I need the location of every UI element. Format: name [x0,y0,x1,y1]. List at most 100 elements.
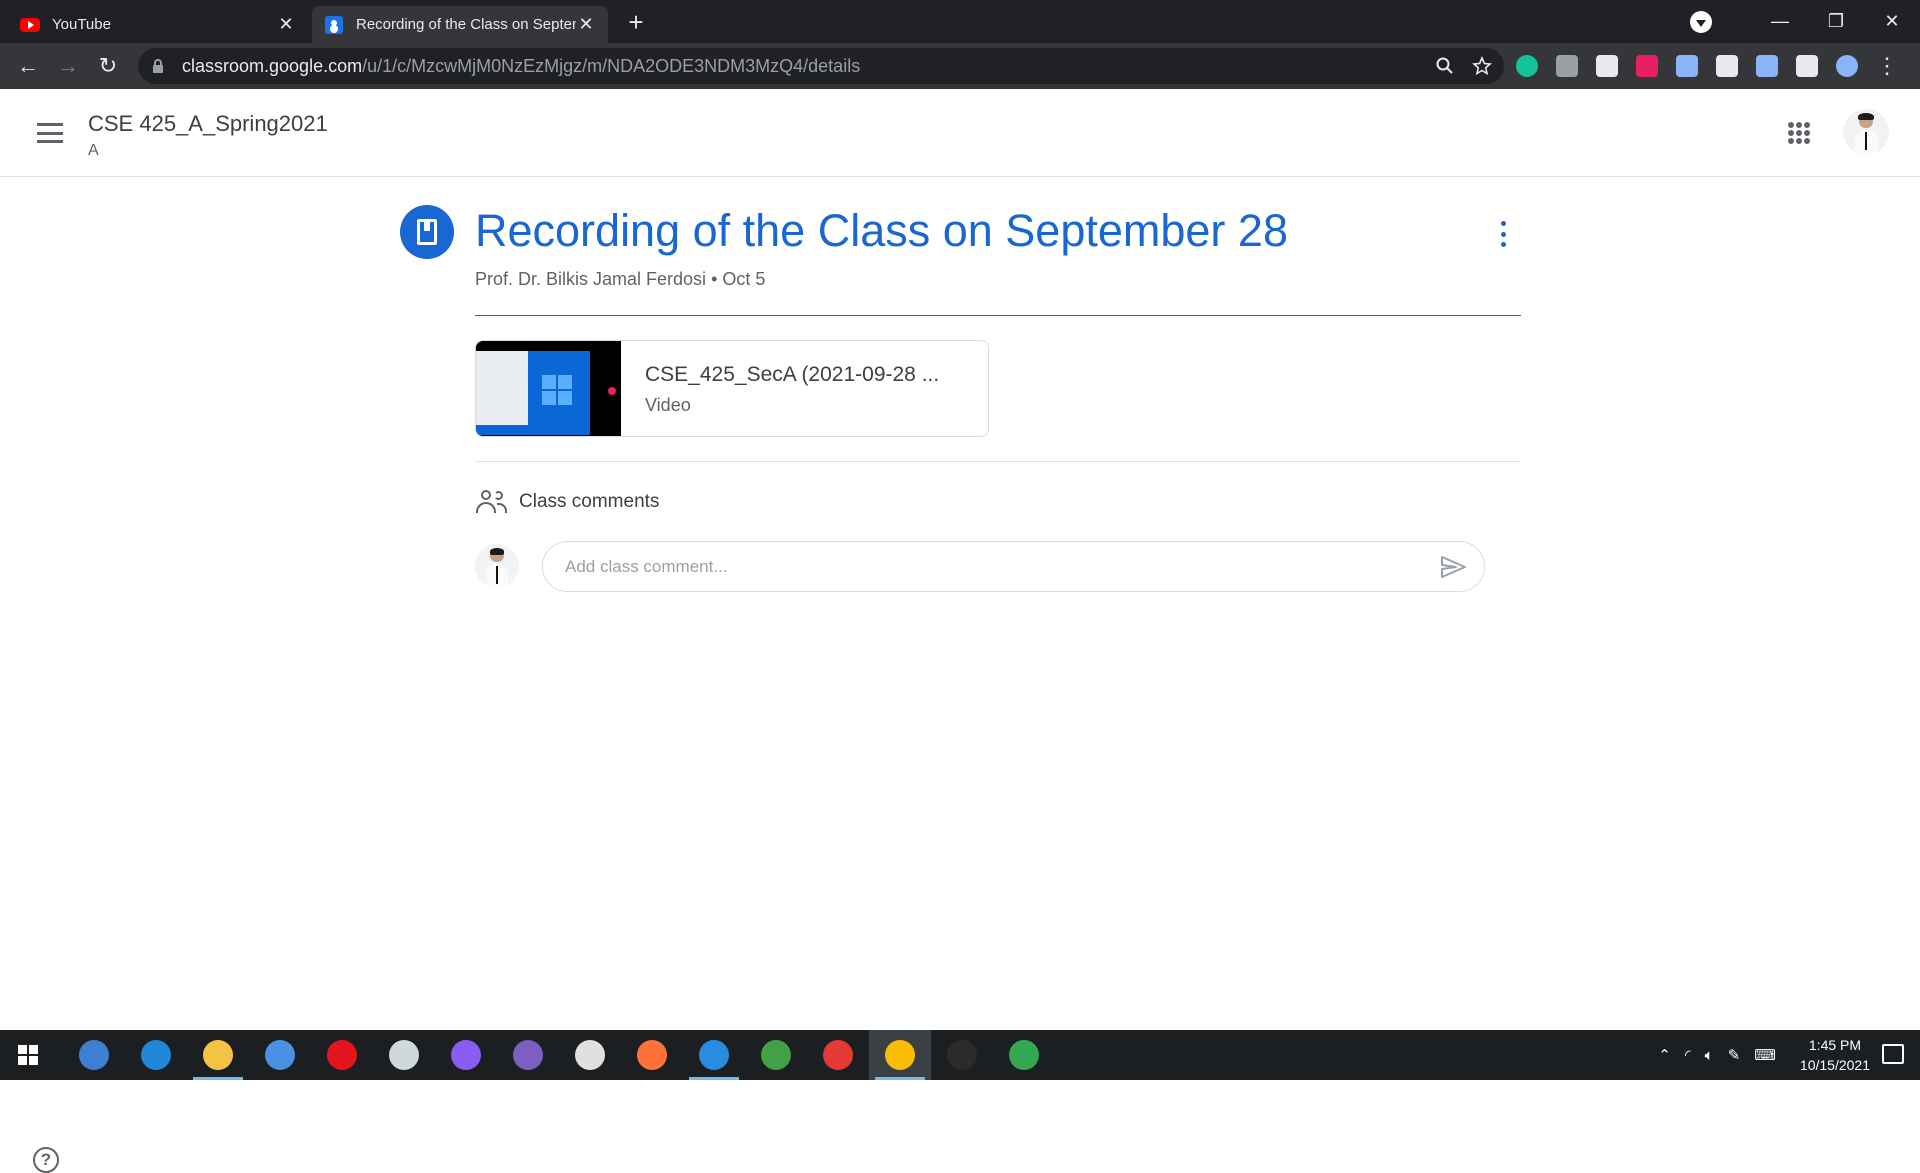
clock[interactable]: 1:45 PM 10/15/2021 [1800,1035,1870,1075]
avatar [475,544,519,588]
taskbar-app[interactable] [435,1030,497,1080]
close-tab-icon[interactable]: ✕ [576,14,596,35]
taskbar-app[interactable] [125,1030,187,1080]
page-title: Recording of the Class on September 28 [475,205,1288,256]
class-comments-header: Class comments [475,489,659,515]
taskbar-app[interactable] [373,1030,435,1080]
menu-icon[interactable] [37,123,63,143]
qbittorrent-icon [79,1040,109,1070]
system-tray: ⌃ ◜ 🔈︎ ✎ ⌨ 1:45 PM 10/15/2021 [1658,1030,1870,1080]
lock-icon[interactable] [152,59,164,73]
course-name[interactable]: CSE 425_A_Spring2021 [88,111,328,137]
browser-toolbar: ← → ↻ classroom.google.com/u/1/c/MzcwMjM… [0,43,1920,89]
clock-time: 1:45 PM [1808,1037,1862,1053]
send-icon[interactable] [1438,552,1468,582]
taskbar-app[interactable] [249,1030,311,1080]
network-icon[interactable]: ◜ [1685,1046,1691,1064]
satellite-app-icon [389,1040,419,1070]
extension-icon[interactable] [1716,55,1738,77]
chrome-profile-icon [885,1040,915,1070]
windows-start-icon[interactable] [18,1045,38,1065]
taskbar-app[interactable] [621,1030,683,1080]
taskbar-app[interactable] [497,1030,559,1080]
new-tab-button[interactable]: + [622,8,650,36]
taskbar-app[interactable] [63,1030,125,1080]
address-bar[interactable]: classroom.google.com/u/1/c/MzcwMjM0NzEzM… [138,48,1504,84]
tab-classroom[interactable]: Recording of the Class on Septem ✕ [312,6,608,43]
messenger-icon [451,1040,481,1070]
taskbar-app[interactable] [869,1030,931,1080]
post-meta: Prof. Dr. Bilkis Jamal Ferdosi • Oct 5 [475,269,765,290]
google-classroom-icon [324,15,344,35]
play-extension-icon[interactable] [1636,55,1658,77]
opera-icon [327,1040,357,1070]
close-window-button[interactable]: ✕ [1864,0,1920,43]
account-avatar[interactable] [1843,109,1889,155]
clock-date: 10/15/2021 [1799,1057,1870,1073]
taskbar-app[interactable] [683,1030,745,1080]
material-details: Recording of the Class on September 28 P… [0,177,1920,1173]
edge-icon [141,1040,171,1070]
help-icon[interactable]: ? [33,1147,59,1173]
minimize-button[interactable]: — [1752,0,1808,43]
extension-icon[interactable] [1596,55,1618,77]
video-thumbnail[interactable] [476,341,621,436]
taskbar-app[interactable] [993,1030,1055,1080]
chrome-menu-icon[interactable]: ⋮ [1876,46,1898,86]
class-comments-label: Class comments [519,491,660,512]
notification-icon[interactable] [1882,1044,1904,1064]
chevron-up-icon[interactable]: ⌃ [1658,1046,1671,1064]
more-options-icon[interactable] [1496,221,1510,247]
url-text[interactable]: classroom.google.com/u/1/c/MzcwMjM0NzEzM… [182,56,860,77]
tab-title: Recording of the Class on Septem [356,16,576,33]
taskbar-app[interactable] [745,1030,807,1080]
paint-icon [575,1040,605,1070]
attachment-type: Video [645,395,691,415]
chrome-icon [823,1040,853,1070]
video-attachment-card[interactable]: CSE_425_SecA (2021-09-28 ... Video [475,340,989,437]
post-author: Prof. Dr. Bilkis Jamal Ferdosi [475,269,707,289]
taskbar-app[interactable] [311,1030,373,1080]
vscode-icon [699,1040,729,1070]
terminal-icon [947,1040,977,1070]
pen-extension-icon[interactable] [1756,55,1778,77]
people-icon [475,490,507,514]
pen-icon[interactable]: ✎ [1728,1046,1741,1064]
meta-separator: • [711,269,718,289]
tab-youtube[interactable]: YouTube ✕ [8,6,308,43]
post-date: Oct 5 [722,269,766,289]
github-icon [513,1040,543,1070]
taskbar-app[interactable] [559,1030,621,1080]
close-tab-icon[interactable]: ✕ [276,14,296,35]
google-apps-icon[interactable] [1788,122,1810,144]
windows-taskbar: ⌃ ◜ 🔈︎ ✎ ⌨ 1:45 PM 10/15/2021 [0,1030,1920,1080]
taskbar-app[interactable] [807,1030,869,1080]
back-icon[interactable]: ← [8,46,48,86]
tab-search-icon[interactable] [1690,10,1712,33]
download-extension-icon[interactable] [1676,55,1698,77]
forward-icon[interactable]: → [48,46,88,86]
file-explorer-icon [203,1040,233,1070]
grammarly-icon[interactable] [1516,55,1538,77]
zoom-icon[interactable] [1436,57,1454,75]
reload-icon[interactable]: ↻ [88,46,128,86]
divider [475,461,1521,462]
browser-tab-strip: YouTube ✕ Recording of the Class on Sept… [0,0,1920,43]
puzzle-icon[interactable] [1796,55,1818,77]
class-comment-input[interactable] [565,556,1438,577]
taskbar-app[interactable] [187,1030,249,1080]
mail-icon [265,1040,295,1070]
keyboard-icon[interactable]: ⌨ [1754,1046,1776,1064]
attachment-title[interactable]: CSE_425_SecA (2021-09-28 ... [645,363,939,387]
globe-app-icon [761,1040,791,1070]
extensions-row: ⋮ [1516,43,1898,89]
class-comment-box[interactable] [542,541,1485,592]
volume-icon[interactable]: 🔈︎ [1705,1047,1714,1064]
restore-button[interactable]: ❐ [1808,0,1864,43]
firefox-icon [637,1040,667,1070]
screenshot-extension-icon[interactable] [1556,55,1578,77]
taskbar-app[interactable] [931,1030,993,1080]
profile-avatar[interactable] [1836,55,1858,77]
window-controls: — ❐ ✕ [1690,0,1920,43]
bookmark-star-icon[interactable] [1472,56,1492,76]
